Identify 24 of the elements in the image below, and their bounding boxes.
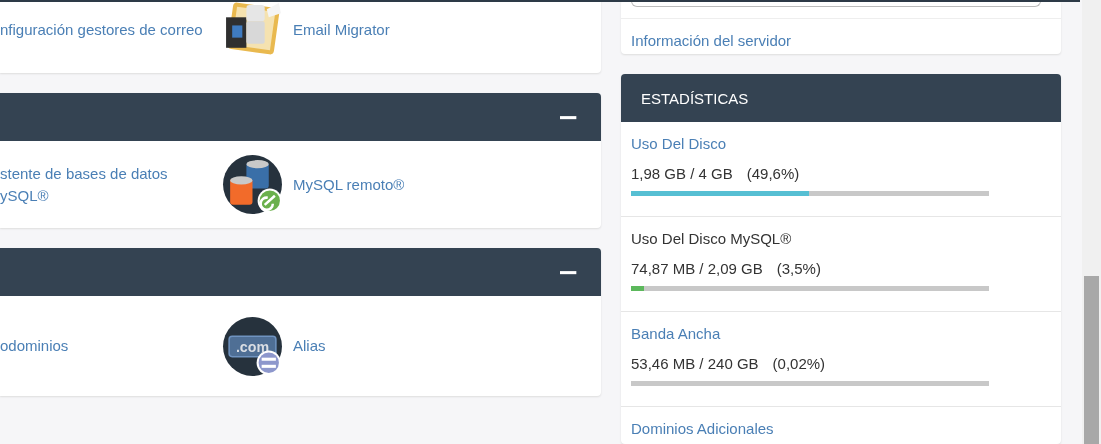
panel-title: ESTADÍSTICAS [641, 89, 749, 107]
tool-link[interactable]: odominios [0, 335, 69, 357]
tool-link[interactable]: MySQL remoto® [293, 173, 405, 196]
usage-reading: 1,98 GB / 4 GB [631, 164, 733, 185]
input-field[interactable] [631, 0, 1041, 7]
tool-link[interactable]: nfiguración gestores de correo [0, 18, 203, 41]
usage-reading: 74,87 MB / 2,09 GB [631, 259, 763, 280]
usage-percent: (3,5%) [776, 259, 821, 280]
server-info-link[interactable]: Información del servidor [631, 32, 792, 49]
collapse-button[interactable]: − [557, 104, 579, 130]
stat-link[interactable]: Banda Ancha [631, 325, 721, 343]
usage-percent: (0,02%) [772, 354, 826, 375]
usage-percent: (49,6%) [746, 164, 800, 185]
scrollbar-thumb[interactable] [1084, 276, 1099, 444]
database-icon [222, 154, 283, 215]
tool-link[interactable]: Alias [293, 335, 326, 357]
tool-link[interactable]: Email Migrator [293, 18, 390, 41]
stat-link[interactable]: Dominios Adicionales [631, 420, 774, 438]
tool-link[interactable]: stente de bases de datos ySQL® [0, 162, 168, 207]
stat-label: Uso Del Disco MySQL® [631, 230, 792, 248]
collapse-button[interactable]: − [557, 259, 579, 285]
stat-link[interactable]: Uso Del Disco [631, 135, 727, 153]
domain-icon: .com [222, 315, 283, 377]
usage-reading: 53,46 MB / 240 GB [631, 354, 759, 375]
